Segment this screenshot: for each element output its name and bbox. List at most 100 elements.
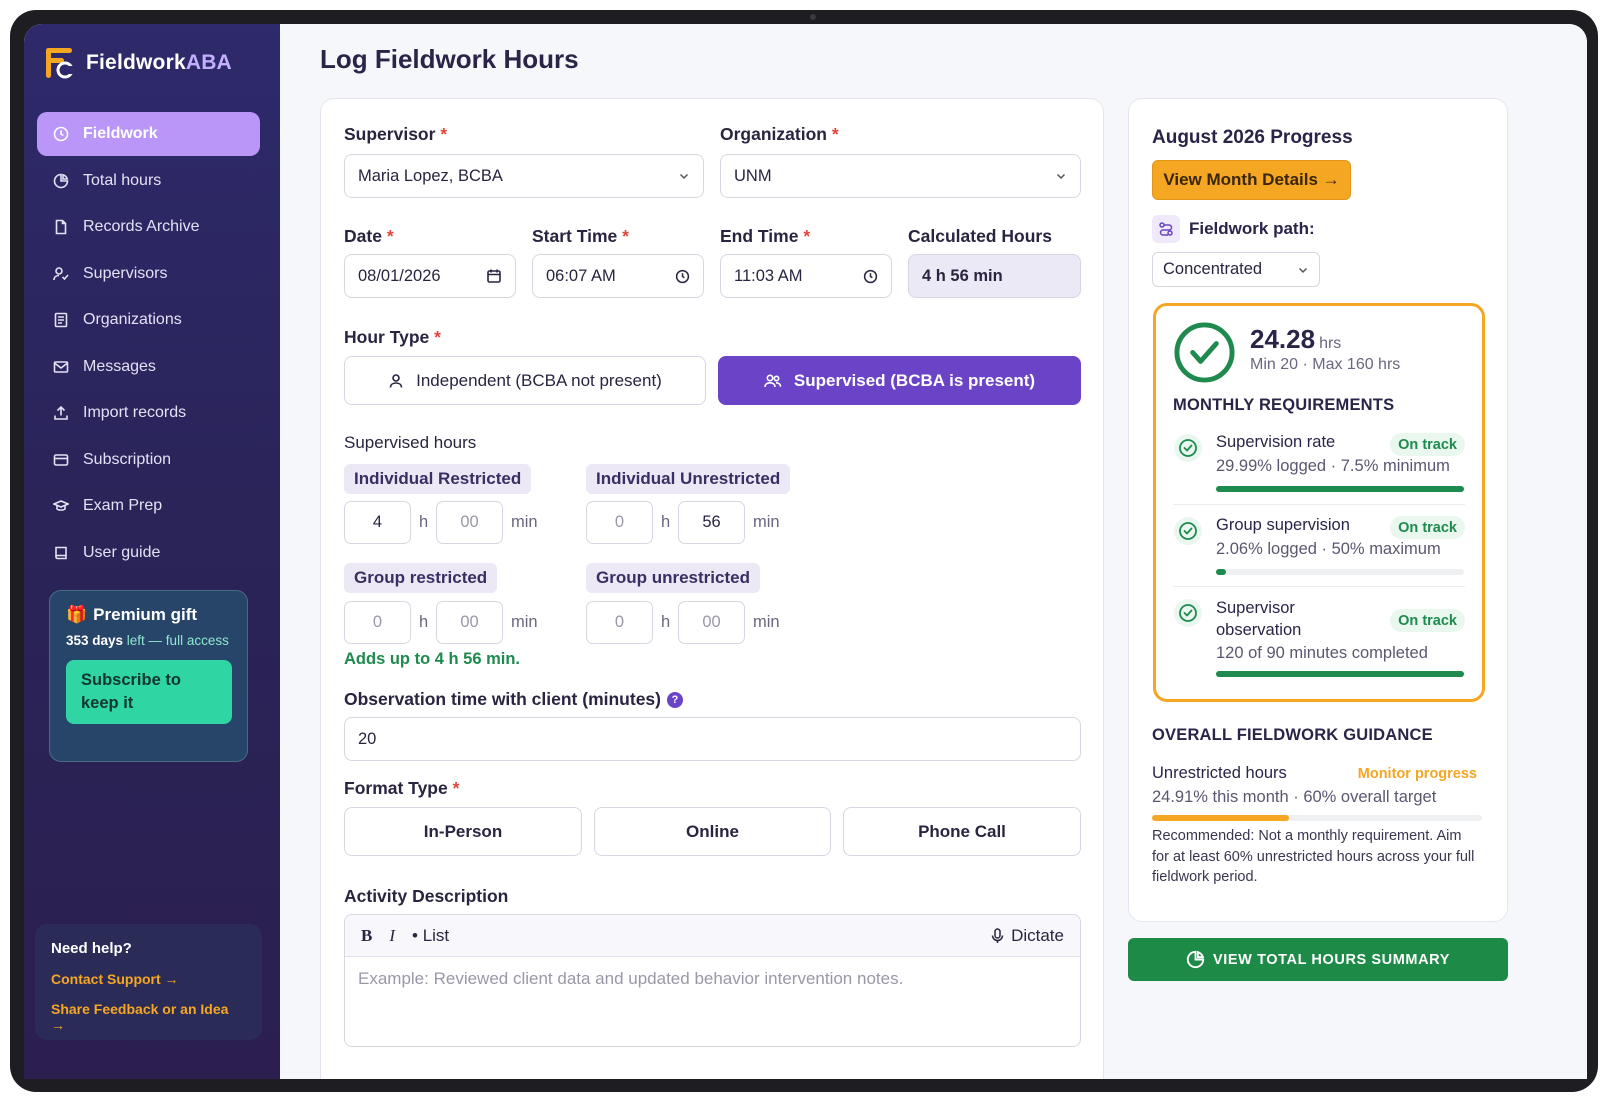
individual-restricted-hours-input[interactable]: 4 xyxy=(344,501,411,544)
pie-chart-icon xyxy=(1186,950,1205,969)
monthly-progress-card: August 2026 Progress View Month Details … xyxy=(1128,98,1508,922)
supervisor-label: Supervisor * xyxy=(344,124,448,144)
sidebar-item-import-records[interactable]: Import records xyxy=(37,391,260,435)
requirement-title: Supervisor observation xyxy=(1216,599,1302,639)
end-time-label: End Time * xyxy=(720,226,811,246)
help-icon[interactable]: ? xyxy=(667,692,683,708)
supervisor-select[interactable]: Maria Lopez, BCBA xyxy=(344,154,704,198)
format-phone-call-button[interactable]: Phone Call xyxy=(843,807,1081,856)
calendar-icon[interactable] xyxy=(486,268,502,284)
activity-description-label: Activity Description xyxy=(344,886,509,906)
minutes-unit: min xyxy=(753,613,780,631)
hours-total-note: Adds up to 4 h 56 min. xyxy=(344,650,521,668)
start-time-label: Start Time * xyxy=(532,226,629,246)
sidebar-item-total-hours[interactable]: Total hours xyxy=(37,159,260,203)
minutes-unit: min xyxy=(511,613,538,631)
chevron-down-icon xyxy=(1056,173,1066,180)
fieldwork-path-select[interactable]: Concentrated xyxy=(1152,252,1320,287)
progress-fill xyxy=(1152,815,1289,821)
italic-button[interactable]: I xyxy=(389,926,395,946)
fieldwork-path-label: Fieldwork path: xyxy=(1152,215,1315,243)
requirement-detail: 120 of 90 minutes completed xyxy=(1216,644,1428,662)
calculated-hours-value: 4 h 56 min xyxy=(908,254,1081,298)
users-icon xyxy=(764,373,782,387)
pie-chart-icon xyxy=(53,173,69,189)
individual-restricted-minutes-input[interactable]: 00 xyxy=(436,501,503,544)
subscribe-button[interactable]: Subscribe to keep it xyxy=(66,660,232,724)
requirement-supervision-rate: Supervision rate 29.99% logged · 7.5% mi… xyxy=(1173,433,1465,493)
hours-unit: h xyxy=(419,613,429,631)
brand[interactable]: FieldworkABA xyxy=(44,46,232,80)
sidebar-item-supervisors[interactable]: Supervisors xyxy=(37,252,260,296)
sidebar-item-label: Exam Prep xyxy=(83,497,163,514)
independent-hour-type-button[interactable]: Independent (BCBA not present) xyxy=(344,356,706,405)
individual-unrestricted-hours-input[interactable]: 0 xyxy=(586,501,653,544)
dictate-button[interactable]: Dictate xyxy=(991,926,1064,946)
group-unrestricted-hours-input[interactable]: 0 xyxy=(586,601,653,644)
organization-select[interactable]: UNM xyxy=(720,154,1081,198)
status-badge: On track xyxy=(1390,433,1465,456)
bold-button[interactable]: B xyxy=(361,926,372,946)
brand-logo-icon xyxy=(44,46,76,80)
chevron-down-icon xyxy=(679,173,689,180)
clock-icon[interactable] xyxy=(675,269,690,284)
brand-name: FieldworkABA xyxy=(86,51,232,74)
hour-type-label: Hour Type * xyxy=(344,327,441,347)
calculated-hours-label: Calculated Hours xyxy=(908,226,1052,246)
check-circle-icon xyxy=(1174,322,1235,383)
log-hours-form: Supervisor * Maria Lopez, BCBA Organizat… xyxy=(320,98,1104,1079)
mail-icon xyxy=(53,359,69,375)
main-content: Log Fieldwork Hours Supervisor * Maria L… xyxy=(280,24,1587,1079)
monthly-requirements-title: MONTHLY REQUIREMENTS xyxy=(1173,396,1395,414)
status-badge: On track xyxy=(1390,516,1465,539)
sidebar-item-label: Organizations xyxy=(83,311,182,328)
upload-icon xyxy=(53,405,69,421)
status-badge: On track xyxy=(1390,609,1465,632)
sidebar-item-subscription[interactable]: Subscription xyxy=(37,438,260,482)
view-total-hours-summary-button[interactable]: VIEW TOTAL HOURS SUMMARY xyxy=(1128,938,1508,981)
progress-fill xyxy=(1216,486,1464,492)
unrestricted-recommendation: Recommended: Not a monthly requirement. … xyxy=(1152,828,1475,885)
observation-minutes-input[interactable]: 20 xyxy=(344,717,1081,761)
group-restricted-hours-input[interactable]: 0 xyxy=(344,601,411,644)
app-screen: FieldworkABA Fieldwork Total hours Recor… xyxy=(24,24,1587,1079)
start-time-input[interactable]: 06:07 AM xyxy=(532,254,704,298)
sidebar-item-label: Records Archive xyxy=(83,218,200,235)
format-in-person-button[interactable]: In-Person xyxy=(344,807,582,856)
individual-unrestricted-minutes-input[interactable]: 56 xyxy=(678,501,745,544)
group-unrestricted-minutes-input[interactable]: 00 xyxy=(678,601,745,644)
format-online-button[interactable]: Online xyxy=(594,807,831,856)
group-restricted-minutes-input[interactable]: 00 xyxy=(436,601,503,644)
minutes-unit: min xyxy=(511,513,538,531)
end-time-input[interactable]: 11:03 AM xyxy=(720,254,892,298)
requirement-progress-bar xyxy=(1216,569,1464,575)
date-input[interactable]: 08/01/2026 xyxy=(344,254,516,298)
user-check-icon xyxy=(53,266,69,282)
sidebar-item-fieldwork[interactable]: Fieldwork xyxy=(37,112,260,156)
sidebar-item-label: Total hours xyxy=(83,171,162,189)
sidebar-item-organizations[interactable]: Organizations xyxy=(37,298,260,342)
view-month-details-button[interactable]: View Month Details → xyxy=(1152,160,1351,200)
group-restricted-label: Group restricted xyxy=(344,563,498,593)
share-feedback-link[interactable]: Share Feedback or an Idea → xyxy=(51,1001,246,1033)
sidebar-item-records-archive[interactable]: Records Archive xyxy=(37,205,260,249)
book-icon xyxy=(53,545,69,561)
sidebar-item-user-guide[interactable]: User guide xyxy=(37,531,260,575)
monthly-requirements-box: 24.28 hrs Min 20 · Max 160 hrs MONTHLY RE… xyxy=(1153,303,1485,702)
requirement-group-supervision: Group supervision 2.06% logged · 50% max… xyxy=(1173,516,1465,576)
check-circle-icon xyxy=(1174,517,1202,545)
premium-days-left: 353 days left — full access xyxy=(66,633,229,648)
sidebar-item-label: Import records xyxy=(83,404,187,421)
sidebar-item-exam-prep[interactable]: Exam Prep xyxy=(37,484,260,528)
organization-label: Organization * xyxy=(720,124,839,144)
clock-icon xyxy=(53,126,69,142)
activity-description-textarea[interactable]: Example: Reviewed client data and update… xyxy=(345,957,1080,1001)
requirement-title: Group supervision xyxy=(1216,516,1350,534)
list-button[interactable]: • List xyxy=(412,926,449,946)
sidebar-item-messages[interactable]: Messages xyxy=(37,345,260,389)
contact-support-link[interactable]: Contact Support → xyxy=(51,971,246,987)
clock-icon[interactable] xyxy=(863,269,878,284)
supervised-hour-type-button[interactable]: Supervised (BCBA is present) xyxy=(718,356,1081,405)
microphone-icon xyxy=(991,927,1004,943)
requirement-progress-bar xyxy=(1216,671,1464,677)
